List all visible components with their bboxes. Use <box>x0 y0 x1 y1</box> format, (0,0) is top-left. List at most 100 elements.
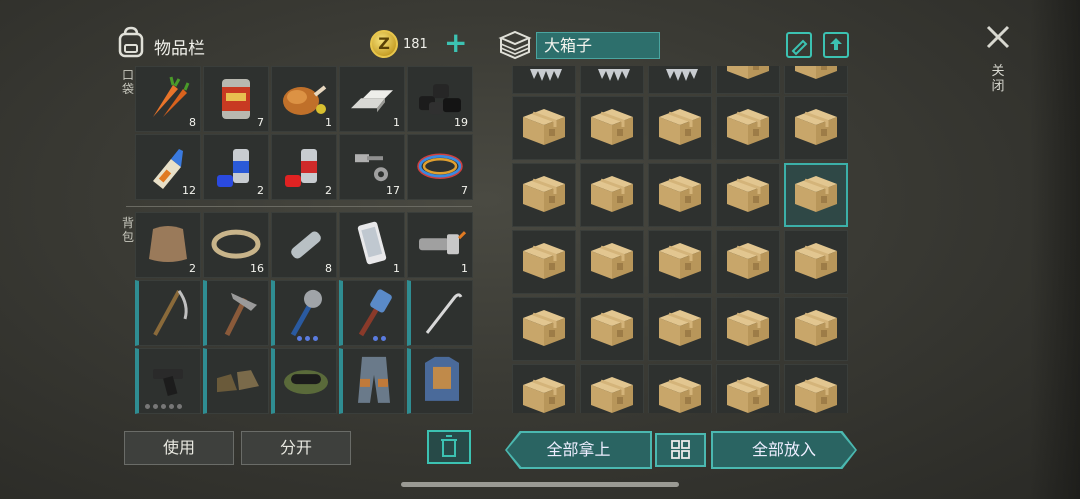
inventory-slot[interactable]: 17 <box>339 134 405 200</box>
inventory-slot[interactable] <box>271 348 337 414</box>
inventory-slot[interactable]: 7 <box>407 134 473 200</box>
chest-slot[interactable] <box>512 297 576 361</box>
inventory-slot[interactable] <box>135 348 201 414</box>
chest-slot[interactable] <box>716 66 780 94</box>
chest-slot[interactable] <box>648 230 712 294</box>
inventory-slot[interactable] <box>339 348 405 414</box>
cardboard-box-icon <box>587 371 637 413</box>
chest-slot[interactable] <box>716 297 780 361</box>
chest-slot[interactable] <box>580 297 644 361</box>
chest-slot[interactable] <box>784 297 848 361</box>
discard-button[interactable] <box>427 430 471 464</box>
chest-slot[interactable] <box>716 364 780 413</box>
backpack-label: 背包 <box>121 216 134 244</box>
pickaxe-icon <box>224 292 257 337</box>
chest-slot[interactable] <box>716 96 780 160</box>
cardboard-box-icon <box>791 170 841 220</box>
chest-slot[interactable] <box>512 66 576 94</box>
iron-bars-icon <box>351 90 393 113</box>
home-indicator[interactable] <box>401 482 679 487</box>
inventory-slot[interactable]: 1 <box>339 212 405 278</box>
add-coins-button[interactable]: + <box>444 29 467 57</box>
inventory-slot[interactable]: 2 <box>135 212 201 278</box>
chest-slot[interactable] <box>648 297 712 361</box>
inventory-slot[interactable]: 1 <box>271 66 337 132</box>
cardboard-box-icon <box>723 371 773 413</box>
chest-slot[interactable] <box>784 230 848 294</box>
armored-vest-icon <box>424 356 459 401</box>
inventory-slot[interactable]: 19 <box>407 66 473 132</box>
inventory-slot[interactable] <box>271 280 337 346</box>
chest-slot[interactable] <box>784 66 848 94</box>
chest-slot[interactable] <box>512 163 576 227</box>
chest-slot[interactable] <box>648 364 712 413</box>
inventory-slot[interactable]: 7 <box>203 66 269 132</box>
inventory-slot[interactable] <box>407 348 473 414</box>
inventory-slot[interactable]: 12 <box>135 134 201 200</box>
chest-slot[interactable] <box>784 364 848 413</box>
chest-slot[interactable] <box>716 163 780 227</box>
close-icon[interactable] <box>983 22 1013 52</box>
chest-slot[interactable] <box>648 163 712 227</box>
cardboard-box-icon <box>519 371 569 413</box>
box-stack-icon <box>498 30 532 60</box>
item-count: 16 <box>250 262 264 275</box>
chest-slot[interactable] <box>648 66 712 94</box>
durability-dots <box>373 336 386 341</box>
split-button[interactable]: 分开 <box>241 431 351 465</box>
use-button[interactable]: 使用 <box>124 431 234 465</box>
chest-slot[interactable] <box>512 96 576 160</box>
chest-slot[interactable] <box>512 230 576 294</box>
rope-icon <box>211 229 261 259</box>
cardboard-box-icon <box>519 304 569 354</box>
cardboard-box-icon <box>587 103 637 153</box>
take-all-button[interactable]: 全部拿上 <box>507 433 650 467</box>
rename-button[interactable] <box>786 32 812 58</box>
inventory-slot[interactable]: 2 <box>203 134 269 200</box>
chest-slot[interactable] <box>580 364 644 413</box>
inventory-slot[interactable] <box>339 280 405 346</box>
inventory-slot[interactable]: 1 <box>339 66 405 132</box>
chest-slot[interactable] <box>512 364 576 413</box>
inventory-slot[interactable] <box>203 348 269 414</box>
chest-slot[interactable] <box>580 230 644 294</box>
plastic-bottle-icon <box>291 231 321 259</box>
chest-slot[interactable] <box>580 66 644 94</box>
bolts-icon <box>355 154 388 182</box>
chest-slot[interactable] <box>784 96 848 160</box>
smartphone-icon <box>357 221 387 265</box>
sort-button[interactable] <box>655 433 706 467</box>
inventory-slot[interactable]: 8 <box>271 212 337 278</box>
chest-slot[interactable] <box>580 96 644 160</box>
saw-blade-icon <box>592 68 632 93</box>
item-count: 2 <box>189 262 196 275</box>
cardboard-box-icon <box>791 304 841 354</box>
cardboard-box-icon <box>655 103 705 153</box>
red-spray-paint-icon <box>285 149 317 187</box>
cardboard-box-icon <box>655 371 705 413</box>
inventory-slot[interactable] <box>203 280 269 346</box>
coal-icon <box>419 84 461 115</box>
cardboard-box-icon <box>587 304 637 354</box>
item-count: 8 <box>189 116 196 129</box>
inventory-slot[interactable] <box>407 280 473 346</box>
boots-icon <box>216 370 259 393</box>
inventory-slot[interactable] <box>135 280 201 346</box>
inventory-slot[interactable]: 1 <box>407 212 473 278</box>
inventory-slot[interactable]: 8 <box>135 66 201 132</box>
chest-slot-selected[interactable] <box>784 163 848 227</box>
chest-name-field[interactable]: 大箱子 <box>536 32 660 59</box>
upload-button[interactable] <box>823 32 849 58</box>
cardboard-box-icon <box>587 237 637 287</box>
cardboard-box-icon <box>791 66 841 87</box>
trash-icon <box>441 435 457 457</box>
inventory-slot[interactable]: 2 <box>271 134 337 200</box>
close-label[interactable]: 关闭 <box>991 64 1005 94</box>
chest-slot[interactable] <box>716 230 780 294</box>
chest-slot[interactable] <box>648 96 712 160</box>
inventory-slot[interactable]: 16 <box>203 212 269 278</box>
chest-slot[interactable] <box>580 163 644 227</box>
item-count: 1 <box>393 262 400 275</box>
put-all-button[interactable]: 全部放入 <box>713 433 855 467</box>
item-count: 17 <box>386 184 400 197</box>
